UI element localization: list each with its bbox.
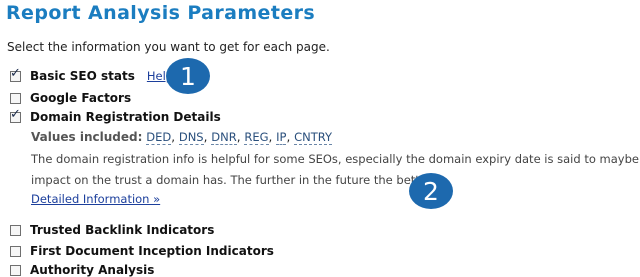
checkbox-first-document-inception-indicators[interactable] [10,245,21,257]
option-label: First Document Inception Indicators [30,244,274,258]
option-label: Domain Registration Details [30,110,221,124]
value-dnr[interactable]: DNR [211,130,237,145]
value-dns[interactable]: DNS [178,130,204,145]
checkmark-icon: ✓ [10,65,21,81]
option-domain-registration-details[interactable]: ✓ Domain Registration Details [10,108,221,124]
option-label: Basic SEO stats [30,69,135,83]
value-ip[interactable]: IP [276,130,287,145]
value-ded[interactable]: DED [146,130,172,145]
option-first-document-inception-indicators[interactable]: First Document Inception Indicators [10,244,274,258]
checkbox-trusted-backlink-indicators[interactable] [10,224,21,236]
checkbox-authority-analysis[interactable] [10,264,21,276]
checkbox-domain-registration-details[interactable]: ✓ [10,108,21,123]
value-reg[interactable]: REG [244,130,269,145]
option-label: Authority Analysis [30,263,155,277]
checkbox-google-factors[interactable] [10,92,21,104]
option-basic-seo-stats[interactable]: ✓ Basic SEO stats Help [10,67,173,83]
values-label: Values included: [31,130,143,144]
values-included: Values included: DED, DNS, DNR, REG, IP,… [31,130,333,145]
option-trusted-backlink-indicators[interactable]: Trusted Backlink Indicators [10,223,214,237]
value-cntry[interactable]: CNTRY [294,130,333,145]
option-label: Trusted Backlink Indicators [30,223,215,237]
option-authority-analysis[interactable]: Authority Analysis [10,263,154,277]
callout-badge-2: 2 [409,173,453,209]
detailed-information-link[interactable]: Detailed Information » [31,192,160,206]
page-title: Report Analysis Parameters [6,2,316,24]
callout-badge-1: 1 [166,58,210,94]
checkmark-icon: ✓ [10,106,21,122]
intro-text: Select the information you want to get f… [7,40,330,54]
description-line-1: The domain registration info is helpful … [31,152,640,166]
description-line-2: impact on the trust a domain has. The fu… [31,173,435,187]
option-label: Google Factors [30,91,132,105]
option-google-factors[interactable]: Google Factors [10,91,131,105]
checkbox-basic-seo-stats[interactable]: ✓ [10,67,21,82]
